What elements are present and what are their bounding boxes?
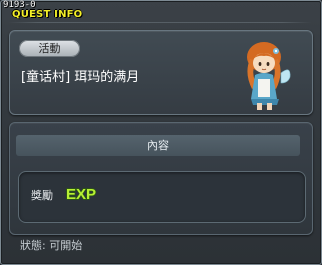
npc-girl-portrait-icon [247, 42, 291, 110]
quest-name: [童话村] 珥玛的满月 [21, 70, 140, 85]
quest-category-badge: 活動 [19, 40, 80, 57]
content-section-header: 內容 [16, 135, 300, 156]
window-title: QUEST INFO [12, 9, 83, 20]
title-divider [8, 22, 312, 23]
reward-box [18, 171, 306, 223]
quest-status-text: 狀態: 可開始 [20, 239, 83, 252]
reward-label: 獎勵 [31, 189, 53, 202]
exp-icon: EXP [65, 185, 96, 202]
svg-text:EXP: EXP [66, 186, 96, 202]
